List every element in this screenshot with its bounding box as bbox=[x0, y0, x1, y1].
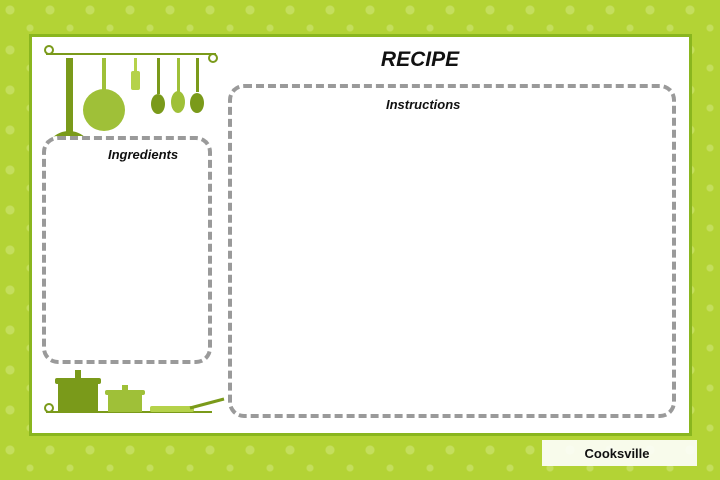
spatula-icon bbox=[131, 58, 204, 114]
frying-pan-icon bbox=[150, 397, 225, 412]
ingredients-panel[interactable] bbox=[42, 136, 212, 364]
cookware-pots-icon bbox=[44, 370, 212, 413]
ingredients-label: Ingredients bbox=[108, 147, 179, 162]
footer-name: Cooksville bbox=[584, 446, 650, 461]
page-title: RECIPE bbox=[380, 48, 460, 71]
instructions-label: Instructions bbox=[386, 97, 461, 112]
pan-icon bbox=[83, 58, 125, 131]
recipe-card: RECIPE Ingredients Instructions Cooksvil… bbox=[0, 0, 720, 480]
instructions-panel[interactable] bbox=[228, 84, 676, 418]
